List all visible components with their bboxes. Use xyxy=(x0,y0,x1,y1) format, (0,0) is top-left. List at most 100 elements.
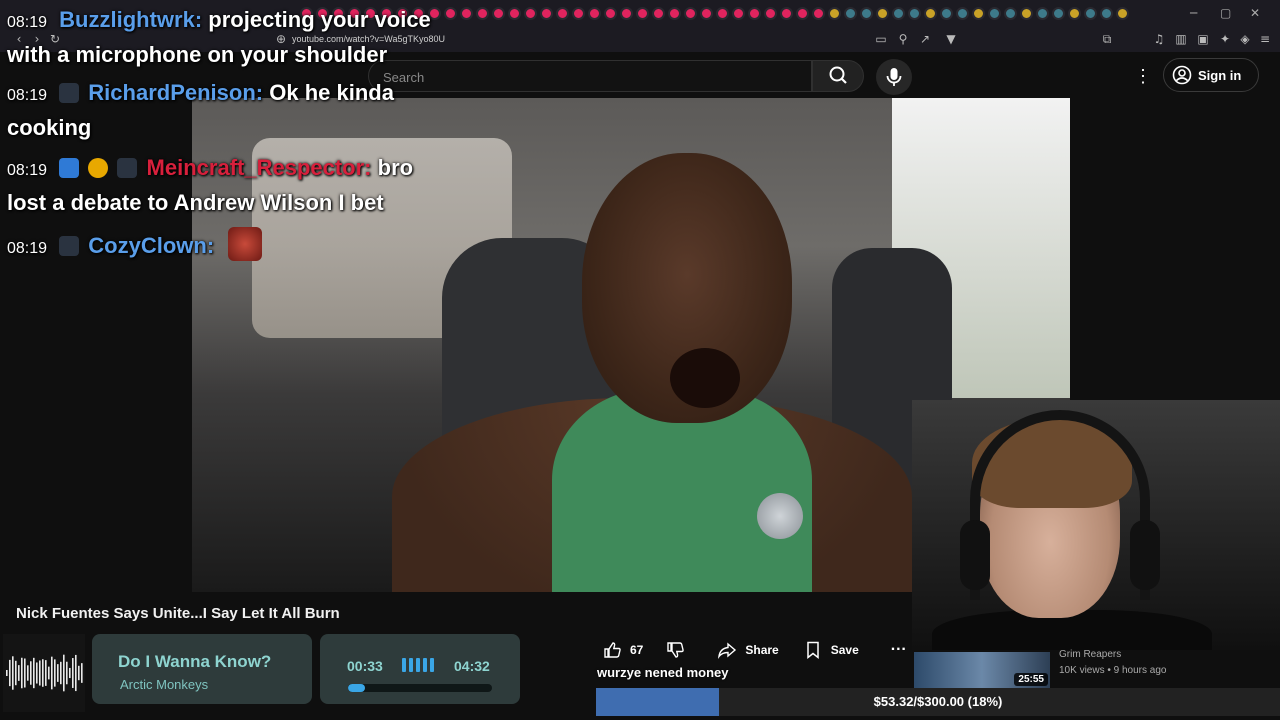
chat-username: CozyClown: xyxy=(88,233,215,258)
badge-icon xyxy=(117,158,138,178)
tab-favicon-icon[interactable] xyxy=(732,7,745,20)
goal-label: wurzye nened money xyxy=(597,665,729,680)
chat-username: Buzzlightwrk: xyxy=(59,7,203,32)
sign-in-label: Sign in xyxy=(1198,67,1242,83)
tab-favicon-icon[interactable] xyxy=(764,7,777,20)
sidebar-icon[interactable]: ▥ xyxy=(1174,32,1188,46)
tab-favicon-icon[interactable] xyxy=(668,7,681,20)
tab-favicon-icon[interactable] xyxy=(572,7,585,20)
vpn-icon[interactable]: ◈ xyxy=(1238,32,1252,46)
badge-icon xyxy=(59,83,80,103)
waveform-icon xyxy=(6,654,83,692)
recommended-channel[interactable]: Grim Reapers xyxy=(1059,649,1121,660)
tab-favicon-icon[interactable] xyxy=(700,7,713,20)
close-icon[interactable]: ✕ xyxy=(1250,6,1260,20)
tab-favicon-icon[interactable] xyxy=(1116,7,1129,20)
tab-favicon-icon[interactable] xyxy=(620,7,633,20)
media-icon[interactable]: ♫ xyxy=(1152,32,1166,46)
tab-favicon-icon[interactable] xyxy=(940,7,953,20)
tab-favicon-icon[interactable] xyxy=(1004,7,1017,20)
headphones-cup xyxy=(1130,520,1160,590)
voice-search-button[interactable] xyxy=(876,59,912,95)
tab-favicon-icon[interactable] xyxy=(812,7,825,20)
tab-favicon-icon[interactable] xyxy=(604,7,617,20)
share-button[interactable]: Share xyxy=(709,636,786,664)
tab-favicon-icon[interactable] xyxy=(636,7,649,20)
more-actions-button[interactable]: ··· xyxy=(883,636,915,664)
music-waveform xyxy=(3,634,85,712)
chat-timestamp: 08:19 xyxy=(7,14,48,31)
chat-timestamp: 08:19 xyxy=(7,162,48,179)
emote-icon xyxy=(228,227,263,261)
share-page-icon[interactable]: ↗ xyxy=(918,32,932,46)
video-title: Nick Fuentes Says Unite...I Say Let It A… xyxy=(16,605,340,622)
tab-favicon-icon[interactable] xyxy=(460,7,473,20)
sign-in-button[interactable]: Sign in xyxy=(1163,58,1259,92)
dislike-button[interactable] xyxy=(659,636,691,664)
tab-favicon-icon[interactable] xyxy=(1100,7,1113,20)
thumbs-down-icon xyxy=(667,642,685,658)
tab-favicon-icon[interactable] xyxy=(860,7,873,20)
tab-favicon-icon[interactable] xyxy=(780,7,793,20)
maximize-icon[interactable]: ▢ xyxy=(1220,6,1231,20)
streamer-webcam xyxy=(912,400,1280,650)
share-icon xyxy=(718,642,737,660)
tab-favicon-icon[interactable] xyxy=(748,7,761,20)
recommended-meta: 10K views • 9 hours ago xyxy=(1059,665,1167,676)
screen: ─ ▢ ✕ ‹ › ↻ ⊕ youtube.com/watch?v=Wa5gTK… xyxy=(0,0,1280,720)
tab-favicon-icon[interactable] xyxy=(540,7,553,20)
microphone-icon xyxy=(886,68,902,86)
tab-favicon-icon[interactable] xyxy=(828,7,841,20)
more-options-icon[interactable]: ⋮ xyxy=(1134,66,1152,86)
tab-favicon-icon[interactable] xyxy=(972,7,985,20)
wallet-icon[interactable]: ▣ xyxy=(1196,32,1210,46)
search-button[interactable] xyxy=(812,60,864,92)
tab-favicon-icon[interactable] xyxy=(524,7,537,20)
zoom-icon[interactable]: ⚲ xyxy=(896,32,910,46)
tab-favicon-icon[interactable] xyxy=(1068,7,1081,20)
screenshot-icon[interactable]: ▭ xyxy=(874,32,888,46)
like-button[interactable]: 67 xyxy=(594,636,651,664)
tab-favicon-icon[interactable] xyxy=(1020,7,1033,20)
recommended-thumbnail[interactable]: 25:55 xyxy=(914,652,1050,688)
equalizer-icon xyxy=(402,658,438,672)
now-playing-card: Do I Wanna Know? Arctic Monkeys xyxy=(92,634,312,704)
menu-icon[interactable]: ≡ xyxy=(1258,32,1272,46)
tab-favicon-icon[interactable] xyxy=(556,7,569,20)
tab-favicon-icon[interactable] xyxy=(476,7,489,20)
tab-favicon-icon[interactable] xyxy=(1052,7,1065,20)
playback-progress-fill xyxy=(348,684,366,692)
tab-favicon-icon[interactable] xyxy=(684,7,697,20)
tab-favicon-icon[interactable] xyxy=(492,7,505,20)
tab-favicon-icon[interactable] xyxy=(892,7,905,20)
tab-favicon-icon[interactable] xyxy=(1084,7,1097,20)
tab-favicon-icon[interactable] xyxy=(956,7,969,20)
tab-favicon-icon[interactable] xyxy=(908,7,921,20)
tab-favicon-icon[interactable] xyxy=(844,7,857,20)
thumbs-up-icon xyxy=(604,642,621,658)
tab-favicon-icon[interactable] xyxy=(796,7,809,20)
brave-shield-icon[interactable]: ▼ xyxy=(944,32,958,46)
extensions-icon[interactable]: ⧉ xyxy=(1100,32,1114,46)
save-button[interactable]: Save xyxy=(795,636,867,664)
song-artist: Arctic Monkeys xyxy=(120,677,209,692)
song-title: Do I Wanna Know? xyxy=(118,652,272,671)
tab-favicon-icon[interactable] xyxy=(716,7,729,20)
tab-favicon-icon[interactable] xyxy=(588,7,601,20)
minimize-icon[interactable]: ─ xyxy=(1190,6,1197,20)
tab-favicon-icon[interactable] xyxy=(876,7,889,20)
search-icon xyxy=(829,66,847,84)
video-scene-mouth xyxy=(670,348,740,408)
tab-favicon-icon[interactable] xyxy=(924,7,937,20)
tab-favicon-icon[interactable] xyxy=(508,7,521,20)
playback-progress xyxy=(348,684,492,692)
tab-favicon-icon[interactable] xyxy=(652,7,665,20)
chat-username: RichardPenison: xyxy=(88,80,264,105)
tab-favicon-icon[interactable] xyxy=(1036,7,1049,20)
tab-favicon-icon[interactable] xyxy=(988,7,1001,20)
more-actions-icon: ··· xyxy=(890,641,907,658)
headphones-band xyxy=(970,410,1150,600)
total-time: 04:32 xyxy=(454,658,490,674)
leo-icon[interactable]: ✦ xyxy=(1218,32,1232,46)
badge-icon xyxy=(88,158,109,178)
